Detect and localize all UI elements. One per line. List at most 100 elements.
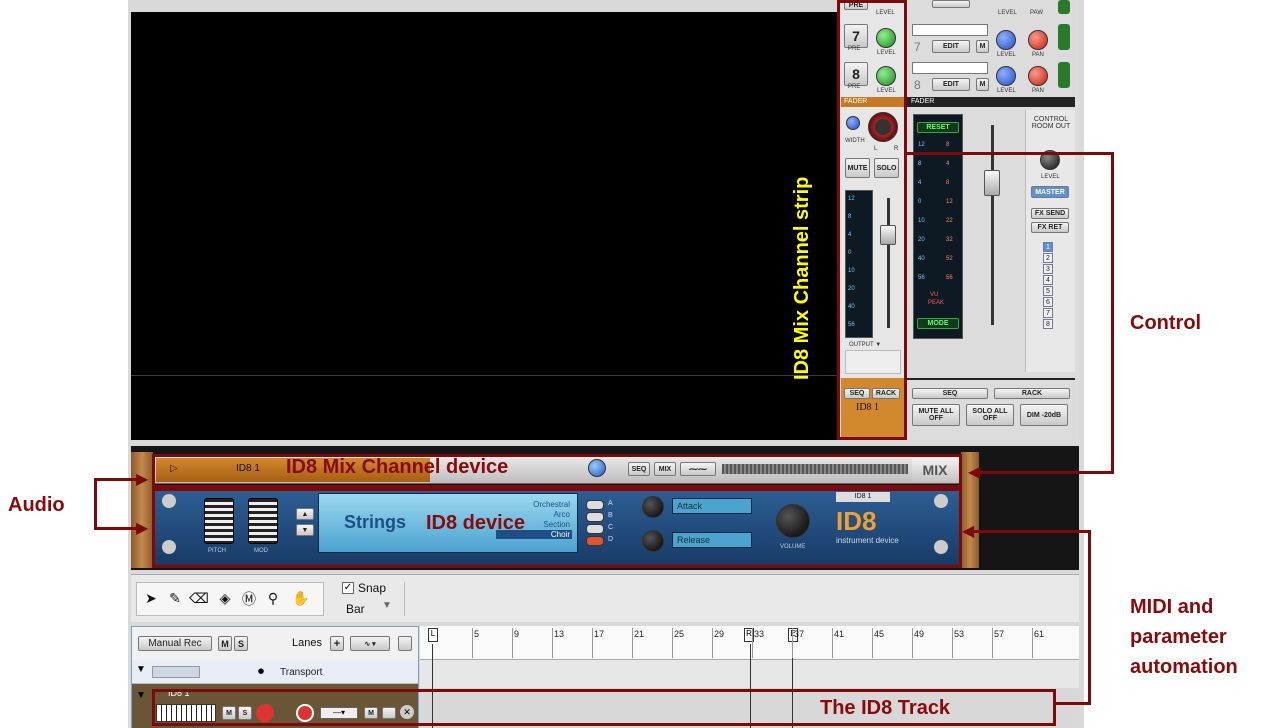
midi-arrow-icon: ◀	[962, 523, 975, 540]
mute-all-off-button[interactable]: MUTE ALL OFF	[912, 404, 960, 426]
master-meter-tick-right: 8	[946, 142, 950, 148]
strip-meter-tick: 20	[848, 286, 855, 292]
left-locator[interactable]: L	[428, 628, 438, 642]
pencil-tool-icon[interactable]: ✎	[166, 590, 184, 608]
mute-m-button-8[interactable]: M	[976, 78, 989, 91]
strip-highlight-box	[837, 0, 907, 440]
channel-number-8: 8	[914, 78, 921, 92]
channel-name-field-7[interactable]	[912, 24, 988, 36]
fx-ret-button[interactable]: FX RET	[1031, 222, 1069, 233]
ruler-tick	[752, 628, 753, 658]
ruler-tick	[632, 628, 633, 658]
edit-button-7[interactable]: EDIT	[932, 40, 970, 53]
screenshot: PRE LEVEL LEVEL PAW 7 PRE LEVEL 7 EDIT M…	[0, 0, 1288, 728]
lcd-category[interactable]: Arco	[496, 510, 572, 519]
track-solo-button[interactable]: S	[234, 636, 248, 651]
transport-lane-icon	[152, 666, 200, 678]
bus-button-4[interactable]: 4	[1043, 275, 1053, 285]
ruler-label: 45	[874, 629, 885, 639]
master-rack-button[interactable]: RACK	[994, 388, 1070, 399]
lcd-category[interactable]: Orchestral	[496, 500, 572, 509]
master-meter-tick-left: 4	[918, 180, 922, 186]
snap-dropdown-icon[interactable]: ▼	[382, 600, 392, 611]
ruler-tick	[992, 628, 993, 658]
control-line-right	[1111, 152, 1114, 474]
edit-button-8[interactable]: EDIT	[932, 78, 970, 91]
bus-button-6[interactable]: 6	[1043, 297, 1053, 307]
transport-icon: ⏺	[258, 664, 265, 678]
strip-meter-tick: 4	[848, 232, 852, 238]
track-mute-button[interactable]: M	[218, 636, 232, 651]
edit-button-top[interactable]	[932, 0, 970, 8]
master-meter-tick-right: 56	[946, 275, 953, 281]
fx-send-button[interactable]: FX SEND	[1031, 208, 1069, 219]
ruler-tick	[472, 628, 473, 658]
lcd-category[interactable]: Section	[496, 520, 572, 529]
preset-button-a[interactable]	[586, 500, 604, 510]
snap-value[interactable]: Bar	[346, 602, 365, 616]
bus-button-8[interactable]: 8	[1043, 319, 1053, 329]
arrow-tool-icon[interactable]: ➤	[142, 590, 160, 608]
ruler-tick	[952, 628, 953, 658]
ruler-tick	[512, 628, 513, 658]
level-label-top2: LEVEL	[998, 10, 1017, 16]
strip-annotation: ID8 Mix Channel strip	[791, 176, 813, 380]
strip-meter-tick: 12	[848, 196, 855, 202]
lane-type-dropdown[interactable]: ∿ ▾	[350, 636, 390, 651]
divider-line	[131, 375, 839, 376]
master-fader[interactable]	[984, 170, 1000, 196]
bus-button-1[interactable]: 1	[1043, 242, 1053, 252]
ruler-tick	[712, 628, 713, 658]
pan-label-top: PAW	[1030, 10, 1043, 16]
bus-button-5[interactable]: 5	[1043, 286, 1053, 296]
master-meter-tick-left: 12	[918, 142, 925, 148]
master-seq-button[interactable]: SEQ	[912, 388, 988, 399]
master-meter-tick-right: 32	[946, 237, 953, 243]
preset-button-c[interactable]	[586, 524, 604, 534]
master-meter-tick-left: 8	[918, 161, 922, 167]
ruler-label: 33	[754, 629, 765, 639]
solo-all-off-button[interactable]: SOLO ALL OFF	[966, 404, 1014, 426]
bus-button-3[interactable]: 3	[1043, 264, 1053, 274]
id8-track-expand-icon[interactable]: ▼	[136, 690, 146, 701]
track-expand-icon[interactable]: ▼	[136, 664, 146, 675]
midi-line-top	[972, 530, 1090, 533]
add-lane-button[interactable]: +	[330, 636, 344, 651]
master-meter-tick-right: 4	[946, 161, 950, 167]
strip-meter-tick: 10	[848, 268, 855, 274]
preset-label-d: D	[608, 536, 614, 543]
preset-button-b[interactable]	[586, 512, 604, 522]
pan-knob-8[interactable]	[1028, 66, 1048, 86]
lcd-category[interactable]: Choir	[496, 530, 572, 539]
channel-led-top	[1058, 0, 1070, 14]
send-knob-7[interactable]	[996, 30, 1016, 50]
razor-tool-icon[interactable]: ◈	[216, 590, 234, 608]
send-knob-8[interactable]	[996, 66, 1016, 86]
hand-tool-icon[interactable]: ✋	[292, 590, 310, 608]
mute-tool-icon[interactable]: Ⓜ	[240, 590, 258, 608]
bus-button-7[interactable]: 7	[1043, 308, 1053, 318]
track-options-button[interactable]	[398, 636, 412, 651]
bus-button-2[interactable]: 2	[1043, 253, 1053, 263]
mode-button[interactable]: MODE	[917, 318, 959, 329]
pan-knob-7[interactable]	[1028, 30, 1048, 50]
magnify-tool-icon[interactable]: ⚲	[264, 590, 282, 608]
snap-checkbox[interactable]: ✓	[342, 582, 354, 594]
midi-annotation-1: MIDI and	[1130, 596, 1214, 618]
ruler-label: 21	[634, 629, 645, 639]
manual-rec-button[interactable]: Manual Rec	[138, 636, 212, 651]
master-fader-track	[991, 125, 994, 325]
ruler-label: 61	[1034, 629, 1045, 639]
toolbar-divider	[404, 582, 405, 616]
eraser-tool-icon[interactable]: ⌫	[189, 590, 209, 608]
ruler-tick	[912, 628, 913, 658]
level-label-8b: LEVEL	[997, 88, 1016, 94]
master-button[interactable]: MASTER	[1031, 186, 1069, 198]
dim-button[interactable]: DIM -20dB	[1020, 404, 1068, 426]
reset-button[interactable]: RESET	[917, 122, 959, 133]
mute-m-button-7[interactable]: M	[976, 40, 989, 53]
ruler-tick	[552, 628, 553, 658]
ruler-label: 25	[674, 629, 685, 639]
channel-name-field-8[interactable]	[912, 62, 988, 74]
preset-button-d[interactable]	[586, 536, 604, 546]
